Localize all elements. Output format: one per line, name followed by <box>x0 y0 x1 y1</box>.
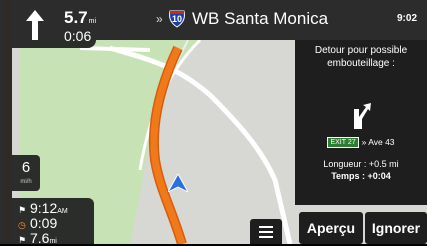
clock: 9:02 <box>396 13 417 24</box>
left-edge-bar <box>0 0 12 244</box>
menu-button[interactable] <box>250 219 282 244</box>
speed-unit: mi/h <box>20 179 32 185</box>
street-name: WB Santa Monica <box>192 9 329 28</box>
exit-destination: » Ave 43 <box>361 137 395 147</box>
maneuver-time: 0:06 <box>64 28 92 44</box>
exit-badge: EXIT 27 <box>327 137 359 149</box>
next-maneuver-panel[interactable]: 5.7mi 0:06 <box>12 0 96 48</box>
maneuver-distance-value: 5.7 <box>64 8 88 27</box>
arrival-time-row: ⚑ 9:12AM <box>18 200 68 216</box>
detour-title-line1: Detour pour possible <box>314 45 408 56</box>
detour-panel: Detour pour possible embouteillage : EXI… <box>295 40 427 205</box>
exit-info: EXIT 27» Ave 43 <box>295 137 427 149</box>
detour-length: Longueur : +0.5 mi <box>323 159 399 169</box>
remaining-time-row: ◷ 0:09 <box>18 215 57 231</box>
speed-value: 6 <box>21 159 31 176</box>
detour-time: Temps : +0:04 <box>331 171 391 181</box>
preview-button[interactable]: Aperçu <box>299 212 363 244</box>
exit-ramp-icon <box>354 103 371 129</box>
distance-flag-icon: ⚑ <box>18 235 27 245</box>
remaining-time: 0:09 <box>30 215 58 231</box>
speed-indicator: 6 mi/h <box>12 155 40 191</box>
route-shield-number: 10 <box>171 14 182 24</box>
ignore-button[interactable]: Ignorer <box>365 212 427 244</box>
arrival-time: 9:12 <box>30 200 58 216</box>
detour-title: Detour pour possible embouteillage : <box>295 44 427 70</box>
arrow-up-icon <box>26 10 44 40</box>
maneuver-distance: 5.7mi <box>64 8 96 28</box>
direction-chevron-icon: » <box>156 12 163 26</box>
arrival-time-suffix: AM <box>57 208 68 215</box>
top-bar[interactable]: » 10 WB Santa Monica 9:02 <box>96 0 427 40</box>
route-shield-icon: 10 <box>168 10 186 28</box>
maneuver-distance-unit: mi <box>88 18 97 25</box>
position-marker-icon <box>168 174 188 192</box>
trip-info-panel[interactable]: ⚑ 9:12AM ◷ 0:09 ⚑ 7.6mi <box>12 198 94 246</box>
detour-title-line2: embouteillage : <box>327 58 395 69</box>
